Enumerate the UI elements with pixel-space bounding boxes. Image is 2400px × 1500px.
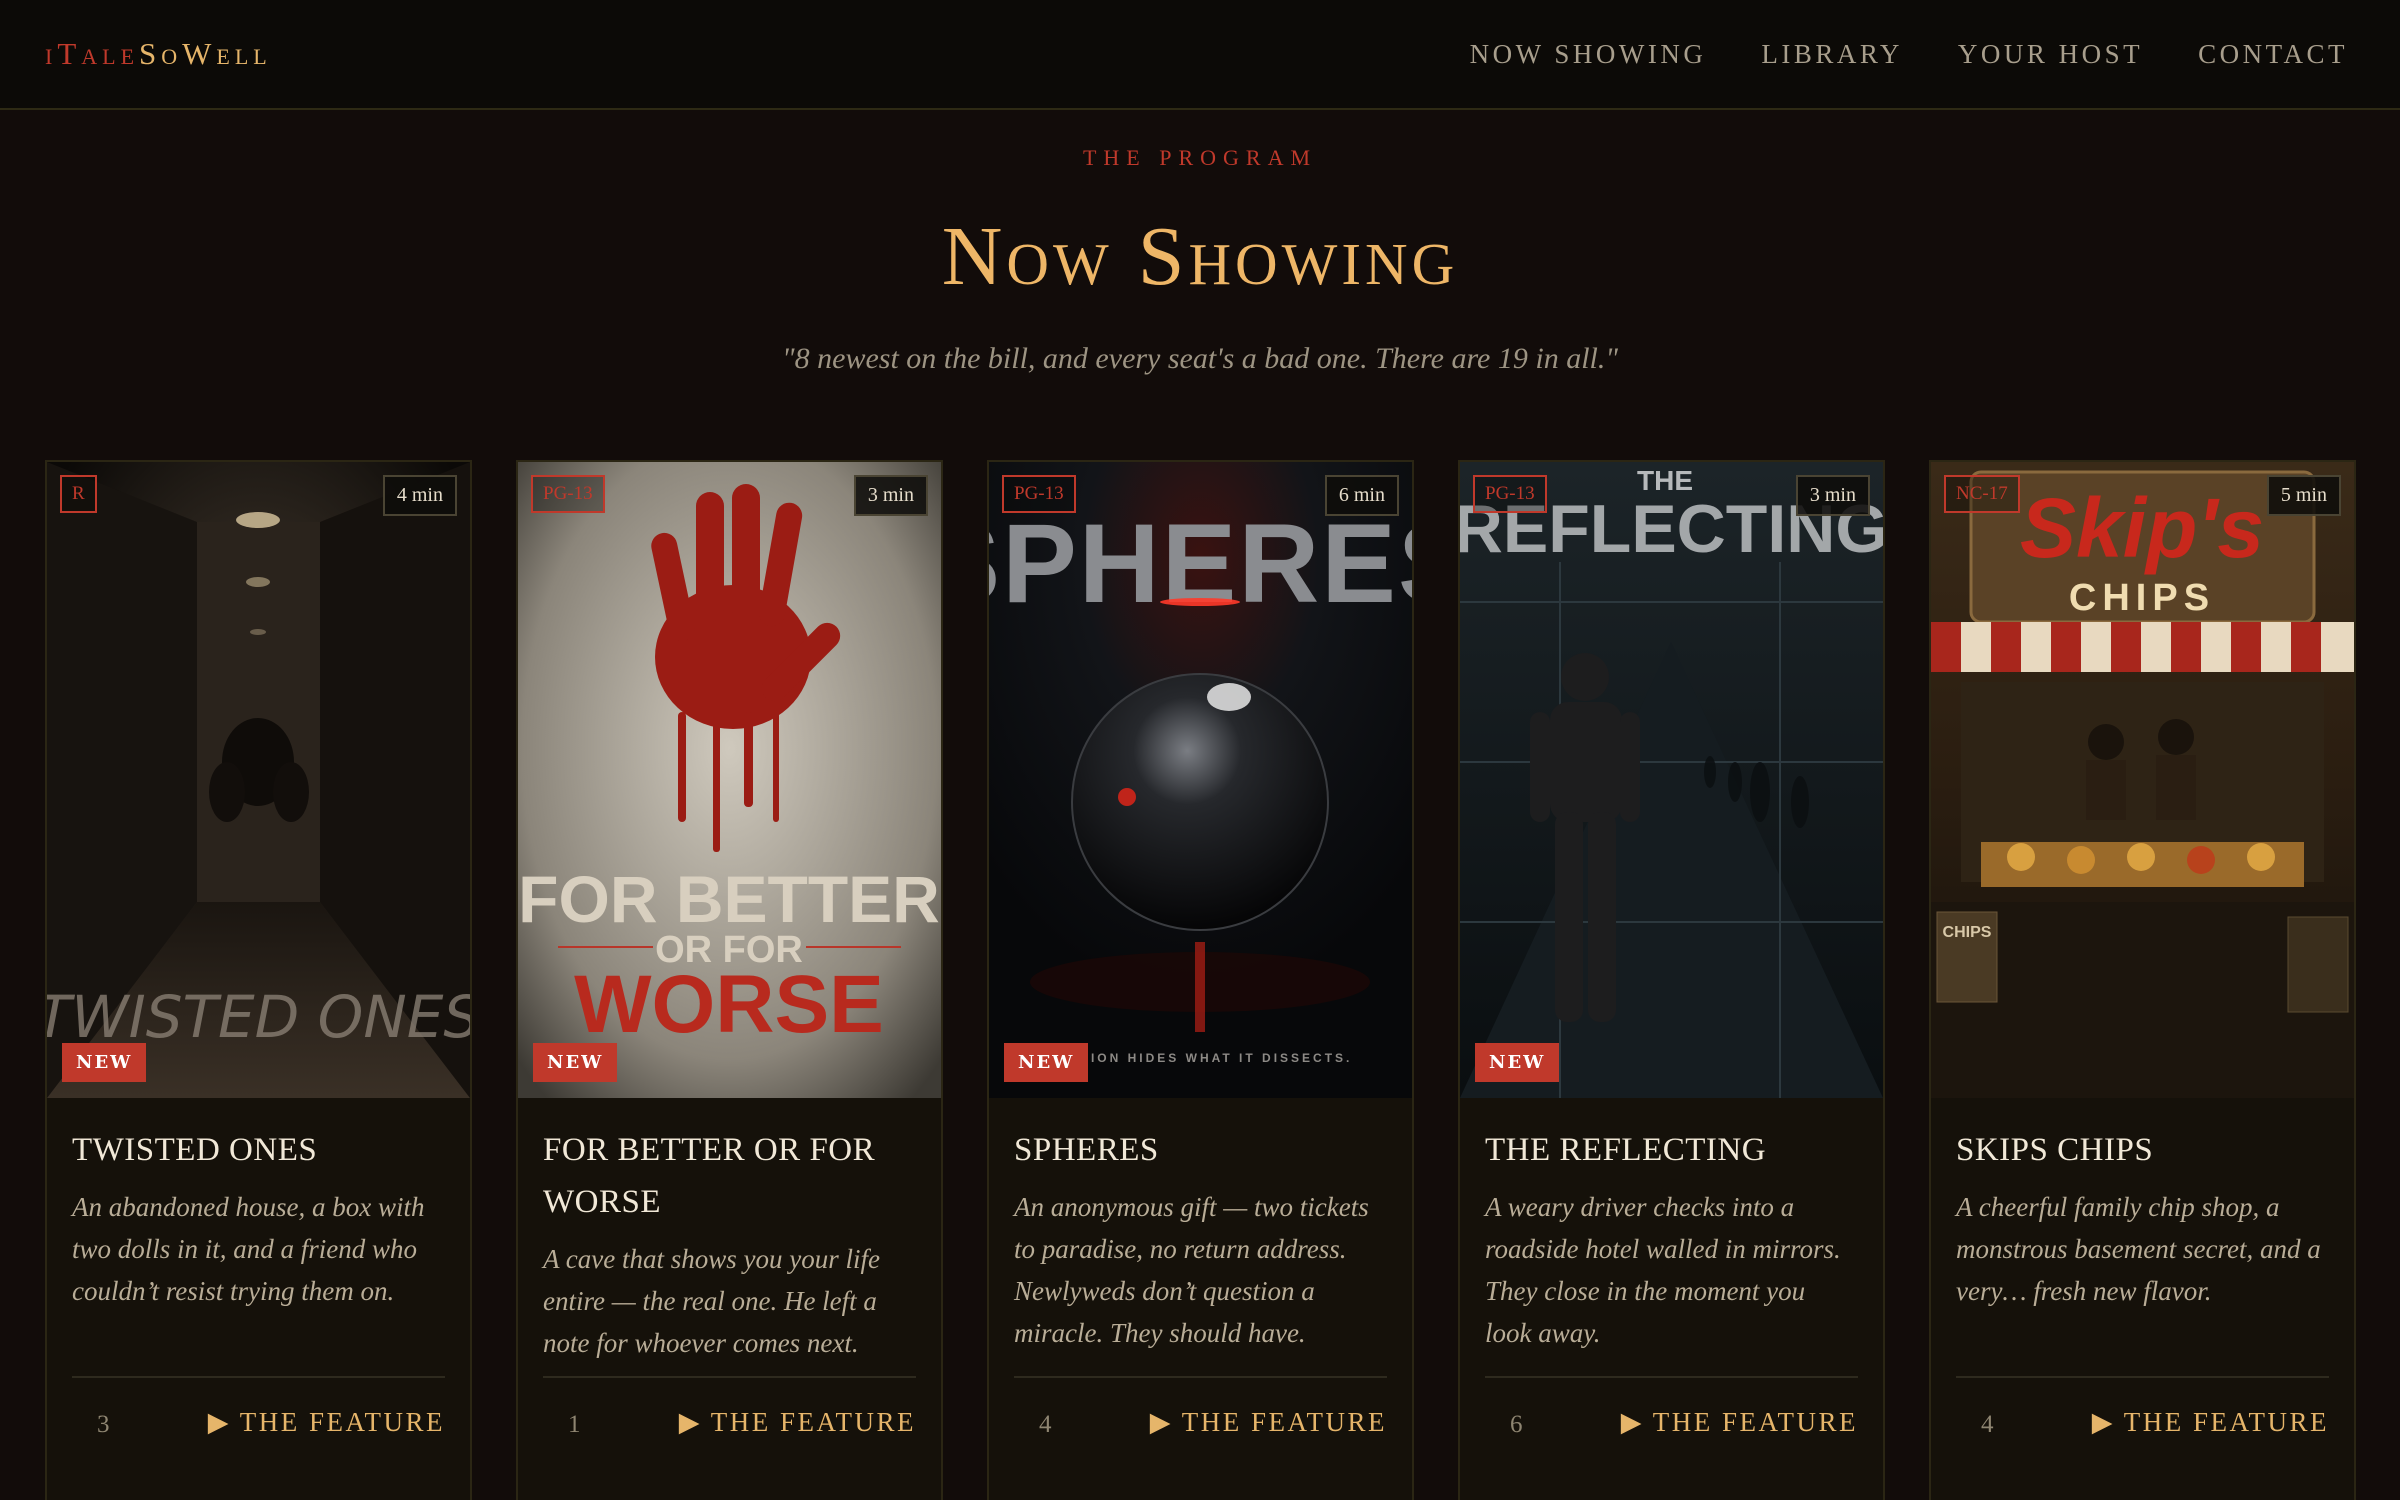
poster-image: FOR BETTER OR FOR WORSE PG-13 3 min NEW: [518, 462, 941, 1098]
poster-art-mirror-hall: THE REFLECTING: [1460, 462, 1883, 1098]
film-description: A cheerful family chip shop, a monstrous…: [1956, 1192, 2321, 1306]
film-description: A cave that shows you your life entire —…: [543, 1244, 880, 1358]
poster-art-chip-shop: Skip's CHIPS CHIPS: [1931, 462, 2354, 1098]
logo-part-well: Well: [182, 36, 272, 71]
film-title: TWISTED ONES: [72, 1132, 318, 1168]
film-card-the-reflecting[interactable]: THE REFLECTING PG-13 3 min NEW THE REFLE…: [1458, 460, 1885, 1500]
card-footer: 3 ▶ THE FEATURE: [72, 1376, 445, 1466]
poster-image: SPHERES FECTION HIDES WHAT IT DISSECTS. …: [989, 462, 1412, 1098]
duration-badge: 6 min: [1324, 475, 1399, 516]
the-feature-link[interactable]: ▶ THE FEATURE: [1621, 1407, 1858, 1438]
logo-part-so: So: [139, 36, 183, 71]
the-feature-link[interactable]: ▶ THE FEATURE: [679, 1407, 916, 1438]
main-nav: NOW SHOWING LIBRARY YOUR HOST CONTACT: [1470, 39, 2348, 70]
duration-badge: 3 min: [1795, 475, 1870, 516]
film-description: An anonymous gift — two tickets to parad…: [1014, 1192, 1369, 1348]
new-badge: NEW: [1004, 1043, 1089, 1082]
nav-your-host[interactable]: YOUR HOST: [1958, 39, 2143, 70]
poster-title-text: TWISTED ONES: [47, 983, 470, 1051]
film-title: FOR BETTER OR FOR WORSE: [543, 1132, 876, 1220]
logo-part-tale: Tale: [57, 36, 140, 71]
site-header: i Tale So Well NOW SHOWING LIBRARY YOUR …: [0, 0, 2400, 110]
film-title: SPHERES: [1014, 1132, 1159, 1168]
film-description: A weary driver checks into a roadside ho…: [1485, 1192, 1841, 1348]
poster-art-hallway: TWISTED ONES: [47, 462, 470, 1098]
nav-now-showing[interactable]: NOW SHOWING: [1470, 39, 1707, 70]
card-footer: 4 ▶ THE FEATURE: [1956, 1376, 2329, 1466]
rating-badge: PG-13: [1473, 475, 1547, 513]
poster-art-sphere: SPHERES FECTION HIDES WHAT IT DISSECTS.: [989, 462, 1412, 1098]
view-count: 4: [1981, 1411, 1994, 1438]
nav-library[interactable]: LIBRARY: [1761, 39, 1903, 70]
page-title: Now Showing: [941, 210, 1459, 303]
film-grid: TWISTED ONES R 4 min NEW TWISTED ONES An…: [45, 460, 2356, 1500]
new-badge: NEW: [533, 1043, 618, 1082]
film-description: An abandoned house, a box with two dolls…: [72, 1192, 425, 1306]
view-count: 6: [1510, 1411, 1523, 1438]
view-count: 3: [97, 1411, 110, 1438]
new-badge: NEW: [62, 1043, 147, 1082]
poster-tagline: FECTION HIDES WHAT IT DISSECTS.: [1048, 1051, 1353, 1065]
poster-line-1: FOR BETTER: [518, 862, 940, 936]
section-eyebrow: THE PROGRAM: [1082, 145, 1318, 170]
poster-side-sign: CHIPS: [1943, 924, 1992, 941]
poster-art-handprint: FOR BETTER OR FOR WORSE: [518, 462, 941, 1098]
awning-icon: [1931, 622, 2354, 672]
sphere-icon: [1071, 673, 1329, 931]
film-card-spheres[interactable]: SPHERES FECTION HIDES WHAT IT DISSECTS. …: [987, 460, 1414, 1500]
section-subtitle: "8 newest on the bill, and every seat's …: [782, 342, 1618, 375]
poster-line-2: CHIPS: [2069, 577, 2215, 619]
logo-part-i: i: [45, 36, 58, 71]
film-title: THE REFLECTING: [1485, 1132, 1767, 1168]
film-card-for-better-or-for-worse[interactable]: FOR BETTER OR FOR WORSE PG-13 3 min NEW …: [516, 460, 943, 1500]
rating-badge: R: [60, 475, 97, 513]
film-card-skips-chips[interactable]: Skip's CHIPS CHIPS NC-17 5 min SKIPS CHI…: [1929, 460, 2356, 1500]
duration-badge: 3 min: [853, 475, 928, 516]
poster-image: THE REFLECTING PG-13 3 min NEW: [1460, 462, 1883, 1098]
film-title: SKIPS CHIPS: [1956, 1132, 2154, 1168]
rating-badge: PG-13: [531, 475, 605, 513]
the-feature-link[interactable]: ▶ THE FEATURE: [1150, 1407, 1387, 1438]
poster-image: TWISTED ONES R 4 min NEW: [47, 462, 470, 1098]
nav-contact[interactable]: CONTACT: [2198, 39, 2348, 70]
poster-image: Skip's CHIPS CHIPS NC-17 5 min: [1931, 462, 2354, 1098]
poster-line-1: Skip's: [2020, 481, 2264, 575]
rating-badge: PG-13: [1002, 475, 1076, 513]
view-count: 1: [568, 1411, 581, 1438]
card-footer: 6 ▶ THE FEATURE: [1485, 1376, 1858, 1466]
card-footer: 1 ▶ THE FEATURE: [543, 1376, 916, 1466]
site-logo[interactable]: i Tale So Well: [45, 36, 272, 72]
new-badge: NEW: [1475, 1043, 1560, 1082]
view-count: 4: [1039, 1411, 1052, 1438]
rating-badge: NC-17: [1944, 475, 2020, 513]
card-footer: 4 ▶ THE FEATURE: [1014, 1376, 1387, 1466]
the-feature-link[interactable]: ▶ THE FEATURE: [2092, 1407, 2329, 1438]
poster-line-3: WORSE: [574, 959, 884, 1050]
duration-badge: 4 min: [382, 475, 457, 516]
duration-badge: 5 min: [2266, 475, 2341, 516]
the-feature-link[interactable]: ▶ THE FEATURE: [208, 1407, 445, 1438]
film-card-twisted-ones[interactable]: TWISTED ONES R 4 min NEW TWISTED ONES An…: [45, 460, 472, 1500]
poster-title-text: SPHERES: [989, 501, 1412, 626]
